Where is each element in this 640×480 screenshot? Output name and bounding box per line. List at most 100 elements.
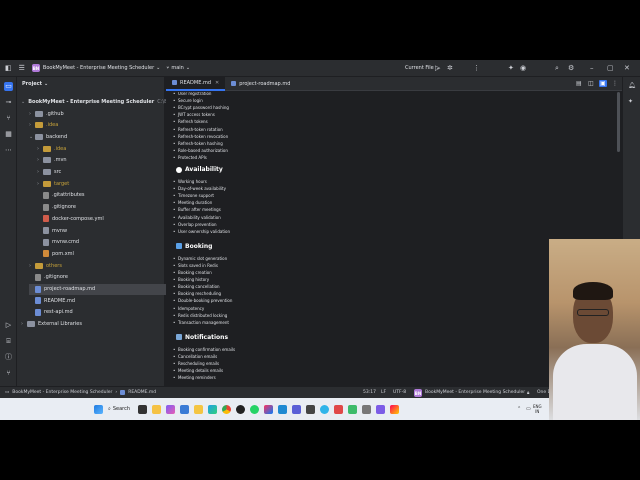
tree-item[interactable]: › .mvn: [37, 155, 177, 166]
app-icon[interactable]: [334, 404, 343, 414]
structure-icon[interactable]: ▦: [4, 130, 13, 139]
maximize-icon[interactable]: ▢: [607, 64, 614, 72]
main-menu-icon[interactable]: ☰: [19, 64, 25, 72]
problems-icon[interactable]: ⓘ: [4, 353, 13, 362]
folder-icon: [43, 157, 51, 164]
project-folder-icon[interactable]: ▭: [4, 82, 13, 91]
tree-item[interactable]: › .idea: [37, 143, 177, 154]
list-item: Working hours: [173, 179, 207, 184]
app-icon[interactable]: [362, 404, 371, 414]
list-item: BCrypt password hashing: [173, 105, 229, 110]
vscode-icon[interactable]: [278, 404, 287, 414]
store-icon[interactable]: [180, 404, 189, 414]
close-icon[interactable]: ✕: [624, 64, 630, 72]
breadcrumb-root[interactable]: BookMyMeet - Enterprise Meeting Schedule…: [12, 390, 112, 395]
list-item: Timezone support: [173, 193, 214, 198]
task-view-icon[interactable]: [138, 404, 147, 414]
tree-item[interactable]: › .github: [29, 108, 169, 119]
calendar-icon: [176, 243, 182, 250]
file-icon: [35, 308, 41, 316]
widgets-icon[interactable]: [152, 404, 161, 414]
file-icon: [35, 285, 41, 293]
status-project-name[interactable]: BookMyMeet - Enterprise Meeting Schedule…: [425, 390, 525, 395]
git-icon[interactable]: ⑂: [4, 369, 13, 378]
tree-root[interactable]: ⌄ BookMyMeet - Enterprise Meeting Schedu…: [21, 96, 179, 107]
pull-requests-icon[interactable]: ⑂: [4, 114, 13, 123]
tab-project-roadmap[interactable]: project-roadmap.md: [225, 77, 296, 91]
tree-item[interactable]: .gitignore: [37, 202, 177, 213]
tree-item[interactable]: mvnw: [37, 225, 177, 236]
search-everywhere-icon[interactable]: ⌕: [555, 64, 559, 73]
vcs-status-icon[interactable]: ▭: [5, 390, 9, 395]
tree-item[interactable]: README.md: [29, 295, 169, 306]
language-indicator[interactable]: ENG IN: [533, 404, 542, 414]
debug-icon[interactable]: ✲: [447, 64, 453, 72]
tree-item[interactable]: project-roadmap.md: [29, 283, 169, 295]
commit-icon[interactable]: ⊸: [4, 98, 13, 107]
file-encoding[interactable]: UTF-8: [393, 390, 406, 395]
ai-assistant-icon[interactable]: ✦: [508, 64, 514, 72]
app-icon[interactable]: [390, 404, 399, 414]
more-tools-icon[interactable]: ⋯: [4, 146, 13, 155]
intellij-icon[interactable]: [264, 404, 273, 414]
more-actions-icon[interactable]: ⋮: [473, 64, 480, 72]
network-icon[interactable]: ▭: [526, 406, 531, 412]
app-icon[interactable]: [292, 404, 301, 414]
file-icon: [35, 297, 41, 305]
webcam-overlay: [549, 239, 640, 420]
tree-item[interactable]: mvnw.cmd: [37, 237, 177, 248]
whatsapp-icon[interactable]: [250, 404, 259, 414]
tab-readme[interactable]: README.md ✕: [166, 76, 226, 91]
readonly-lock-icon[interactable]: 🔒︎: [527, 390, 529, 396]
list-item: User registration: [173, 92, 212, 96]
tree-item-label: .gitignore: [44, 274, 68, 281]
taskbar-search[interactable]: ⌕ Search: [108, 406, 130, 412]
editor-mode-icon[interactable]: ▣: [599, 80, 607, 87]
windows-start-icon[interactable]: [94, 404, 103, 414]
folder-icon: [35, 110, 43, 117]
chrome-icon[interactable]: [222, 404, 231, 414]
minimize-icon[interactable]: –: [590, 64, 594, 72]
tree-item[interactable]: .gitattributes: [37, 190, 177, 201]
terminal-icon[interactable]: ⌸: [4, 337, 13, 346]
tree-item[interactable]: rest-api.md: [29, 307, 169, 318]
tree-item[interactable]: › others: [29, 260, 169, 271]
browser-icon[interactable]: [320, 404, 329, 414]
tree-item[interactable]: › target: [37, 178, 177, 189]
app-icon[interactable]: [376, 404, 385, 414]
line-ending[interactable]: LF: [381, 390, 386, 395]
preview-mode-icon[interactable]: ▤: [576, 80, 582, 87]
project-switcher[interactable]: BN BookMyMeet - Enterprise Meeting Sched…: [31, 64, 160, 72]
ai-chat-icon[interactable]: ✦: [628, 98, 633, 105]
editor-scrollbar[interactable]: [617, 92, 620, 152]
tab-close-icon[interactable]: ✕: [215, 80, 219, 86]
tray-chevron-icon[interactable]: ⌃: [517, 406, 521, 412]
tree-item[interactable]: pom.xml: [37, 248, 177, 259]
tree-item[interactable]: docker-compose.yml: [37, 213, 177, 224]
chatgpt-icon[interactable]: [236, 404, 245, 414]
list-item: Cancellation emails: [173, 354, 217, 359]
breadcrumb-file[interactable]: README.md: [128, 390, 156, 395]
copilot-icon[interactable]: [166, 404, 175, 414]
tree-item[interactable]: ⌄ backend: [29, 131, 169, 142]
file-explorer-icon[interactable]: [194, 404, 203, 414]
tree-item[interactable]: › .idea: [29, 120, 169, 131]
app-icon[interactable]: [348, 404, 357, 414]
run-tool-icon[interactable]: ▷: [4, 321, 13, 330]
tree-item[interactable]: .gitignore: [29, 272, 169, 283]
tree-item[interactable]: › src: [37, 167, 177, 178]
settings-gear-icon[interactable]: ⚙: [568, 64, 574, 72]
branch-switcher[interactable]: ⑂ main ⌄: [166, 65, 190, 71]
project-panel-header[interactable]: Project ⌄: [17, 77, 164, 91]
account-icon[interactable]: ◉: [520, 64, 526, 72]
run-icon[interactable]: ▷: [435, 64, 440, 72]
windows-taskbar: ⌕ Search ⌃ ▭ ENG IN: [0, 398, 640, 420]
edge-icon[interactable]: [208, 404, 217, 414]
chevron-down-icon: ⌄: [44, 81, 49, 87]
split-mode-icon[interactable]: ◫: [588, 80, 594, 87]
notifications-icon[interactable]: 🔔︎: [628, 82, 636, 89]
more-tab-actions-icon[interactable]: ⋮: [612, 80, 618, 87]
tree-item[interactable]: › External Libraries: [21, 319, 161, 330]
app-icon[interactable]: [306, 404, 315, 414]
cursor-position[interactable]: 53:17: [363, 390, 376, 395]
